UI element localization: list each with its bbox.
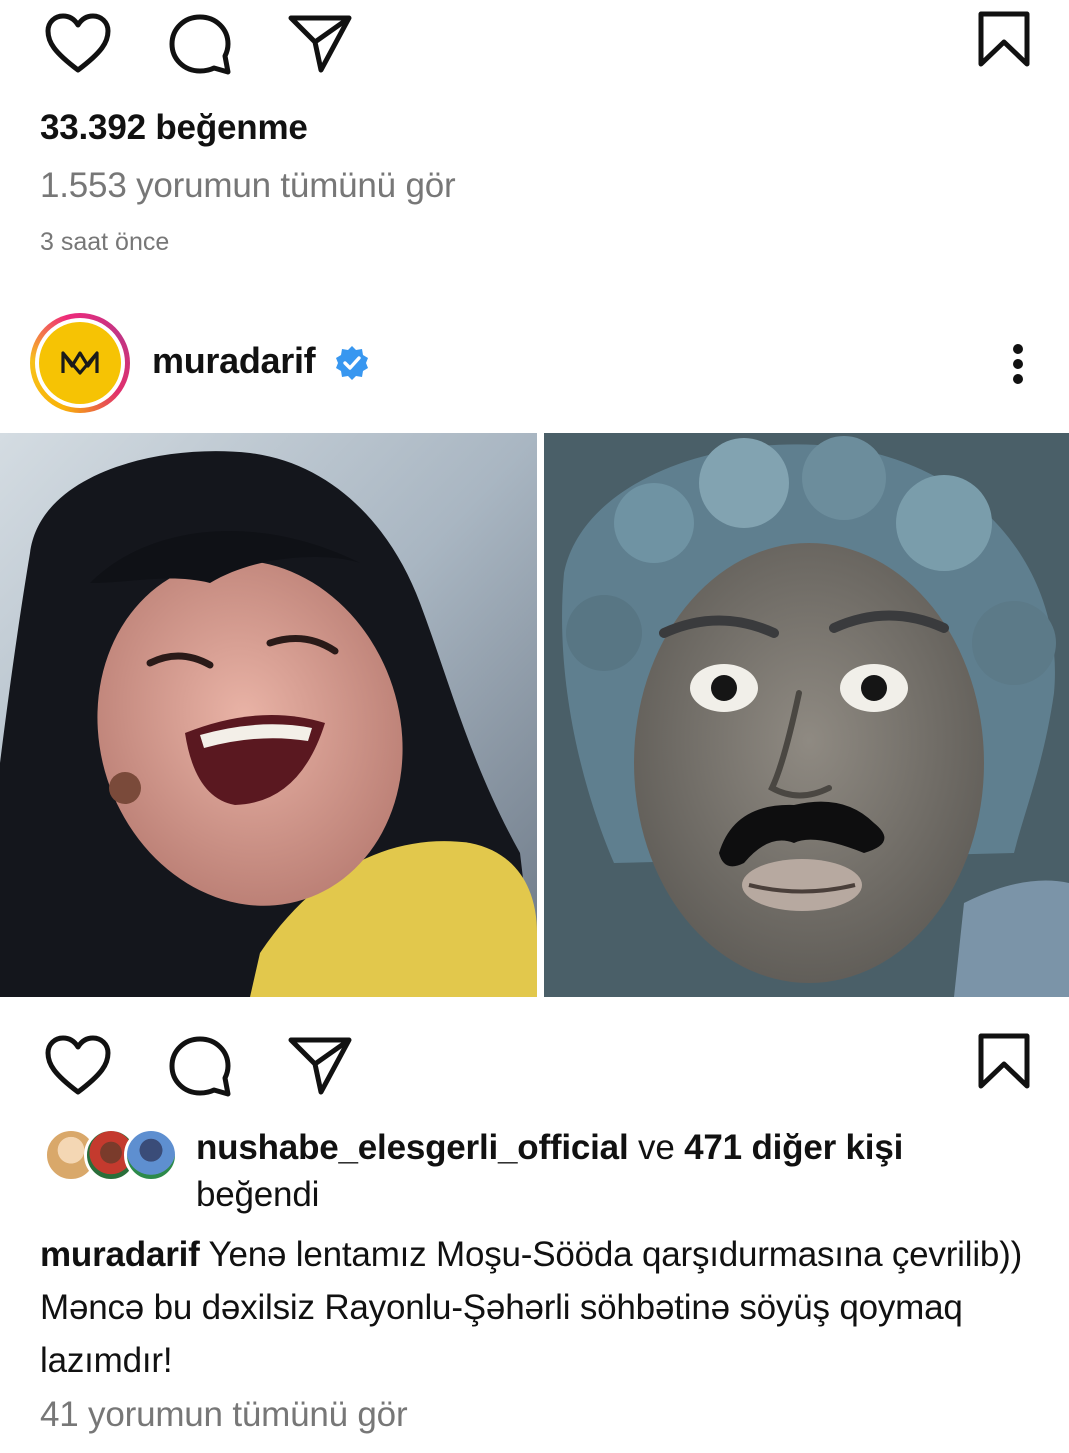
- view-comments-link[interactable]: 41 yorumun tümünü gör: [40, 1395, 408, 1435]
- post-username[interactable]: muradarif: [152, 340, 316, 382]
- liked-by-connector: ve: [638, 1128, 675, 1167]
- post-timestamp: 3 saat önce: [40, 228, 170, 256]
- bookmark-icon[interactable]: [976, 10, 1032, 68]
- avatar: [124, 1128, 178, 1182]
- liked-by-others[interactable]: 471 diğer kişi: [684, 1128, 903, 1167]
- media-right-panel: [544, 433, 1069, 997]
- liked-by-verb: beğendi: [196, 1175, 320, 1214]
- top-action-bar: [0, 0, 1069, 80]
- liked-by-user[interactable]: nushabe_elesgerli_official: [196, 1128, 629, 1167]
- bookmark-icon[interactable]: [976, 1032, 1032, 1090]
- send-icon[interactable]: [287, 12, 353, 74]
- liked-by-avatars[interactable]: [44, 1128, 178, 1184]
- media-left-panel: [0, 433, 537, 997]
- heart-icon[interactable]: [44, 1034, 112, 1096]
- post-media[interactable]: [0, 433, 1069, 997]
- avatar[interactable]: [39, 322, 121, 404]
- post-header: muradarif: [0, 310, 1069, 416]
- verified-badge-icon: [333, 344, 371, 387]
- story-ring[interactable]: [30, 313, 130, 413]
- send-icon[interactable]: [287, 1034, 353, 1096]
- caption-username[interactable]: muradarif: [40, 1235, 200, 1274]
- post-action-bar: [0, 1028, 1069, 1108]
- more-vertical-icon[interactable]: [1004, 340, 1034, 388]
- liked-by-text: nushabe_elesgerli_official ve 471 diğer …: [196, 1124, 1026, 1218]
- comment-icon[interactable]: [166, 1034, 234, 1100]
- heart-icon[interactable]: [44, 12, 112, 74]
- view-comments-link[interactable]: 1.553 yorumun tümünü gör: [40, 166, 456, 206]
- mm-logo-icon: [61, 351, 99, 375]
- post-caption: muradarif Yenə lentamız Moşu-Sööda qarşı…: [40, 1228, 1030, 1387]
- comment-icon[interactable]: [166, 12, 234, 78]
- like-count[interactable]: 33.392 beğenme: [40, 108, 308, 148]
